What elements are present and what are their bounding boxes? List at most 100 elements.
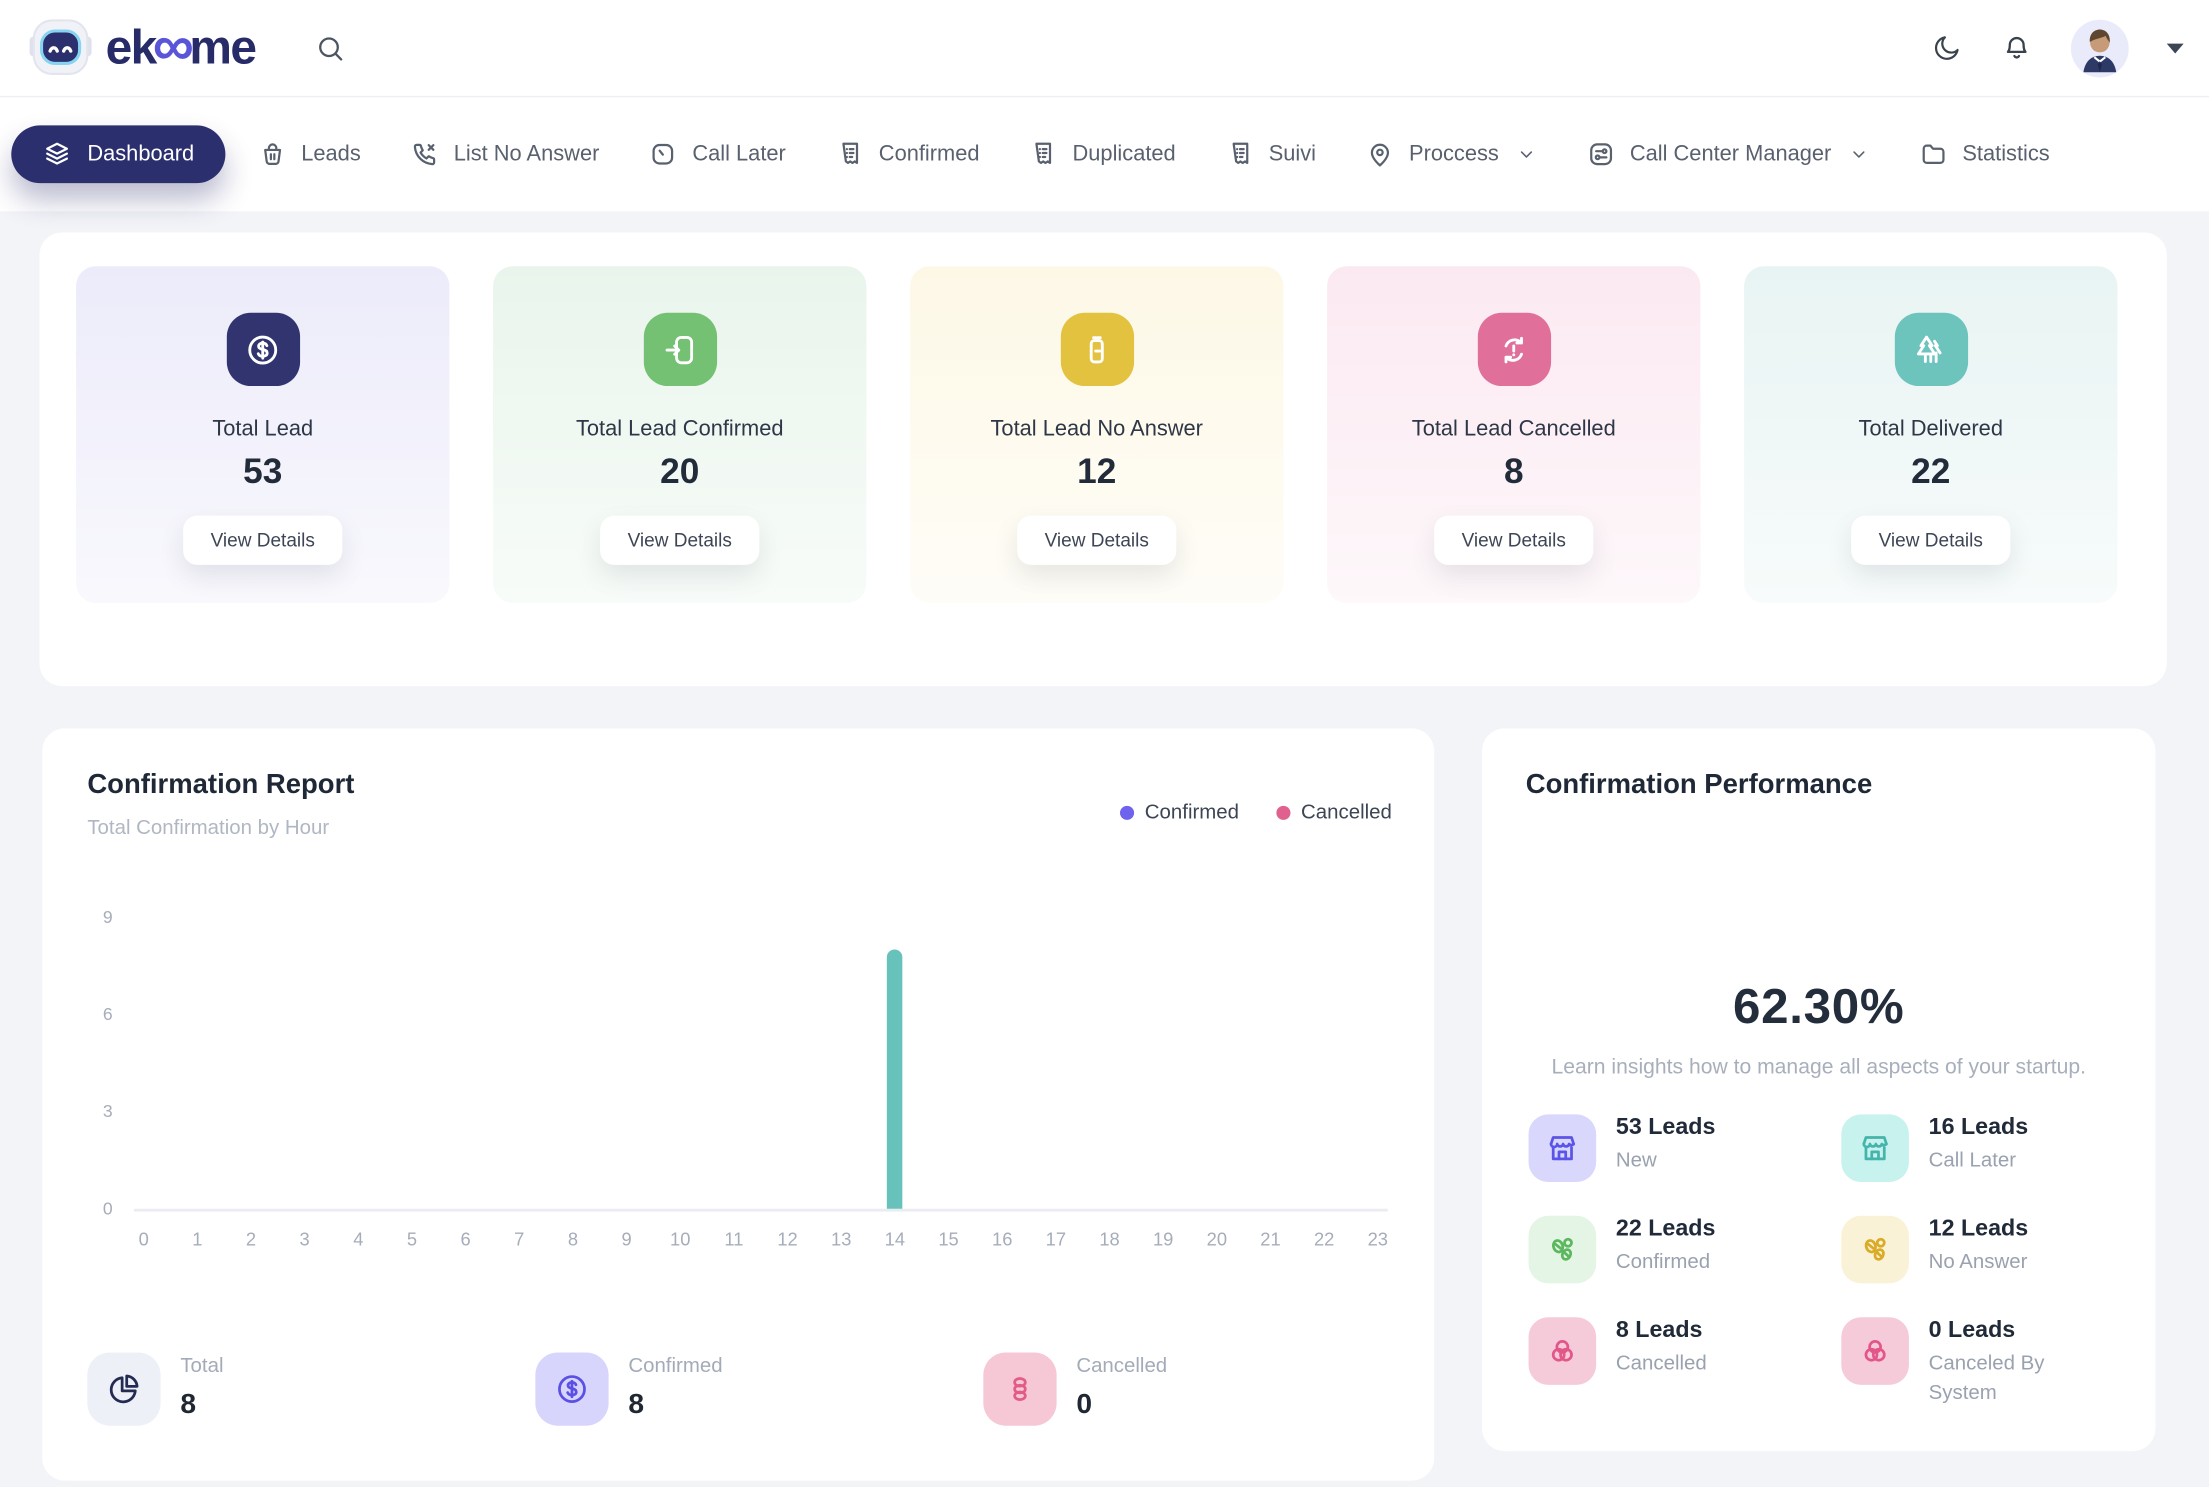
bar-chart-plot: 0369012345678910111213141516171819202122… [134, 917, 1388, 1211]
nav-item-label: Duplicated [1073, 142, 1176, 167]
nav-item-label: Statistics [1962, 142, 2049, 167]
summary-confirmed: Confirmed8 [535, 1352, 983, 1425]
caret-down-icon[interactable] [2167, 43, 2184, 53]
y-axis-tick: 6 [70, 1004, 112, 1024]
phone-x-icon [410, 139, 440, 169]
storefront-icon [1857, 1130, 1894, 1167]
moon-icon[interactable] [1931, 32, 1962, 63]
legend-item-confirmed[interactable]: Confirmed [1119, 802, 1239, 825]
x-axis-tick: 11 [724, 1228, 743, 1249]
confirmation-report-panel: Confirmation Report Total Confirmation b… [42, 728, 1434, 1480]
nav-item-label: List No Answer [454, 142, 600, 167]
legend-label: Confirmed [1145, 802, 1239, 825]
chart-summary-row: Total8Confirmed8Cancelled0 [87, 1352, 1431, 1425]
receipt-icon [1225, 139, 1255, 169]
stat-cards-panel: Total Lead53View DetailsTotal Lead Confi… [39, 232, 2166, 686]
door-arrow-icon [661, 330, 699, 368]
nav-item-leads[interactable]: Leads [258, 139, 361, 169]
legend-dot [1276, 806, 1290, 820]
performance-item-value: 22 Leads [1616, 1216, 1715, 1243]
legend-item-cancelled[interactable]: Cancelled [1276, 802, 1392, 825]
view-details-button[interactable]: View Details [184, 516, 342, 565]
chart-bar-hour-14 [887, 950, 902, 1209]
x-axis-tick: 3 [300, 1228, 310, 1249]
stat-card-value: 12 [1077, 452, 1116, 493]
nav-item-label: Leads [301, 142, 360, 167]
x-axis-tick: 16 [992, 1228, 1012, 1249]
page: ek∞me Da [0, 0, 2209, 1487]
stat-card-label: Total Lead [212, 417, 313, 442]
brand-logo[interactable]: ek∞me [28, 15, 255, 80]
stat-card-total-lead-confirmed: Total Lead Confirmed20View Details [493, 266, 866, 603]
performance-title: Confirmation Performance [1526, 769, 1873, 801]
x-axis-tick: 8 [568, 1228, 578, 1249]
nav-item-statistics[interactable]: Statistics [1919, 139, 2050, 169]
nav-item-duplicated[interactable]: Duplicated [1029, 139, 1176, 169]
performance-grid: 53 LeadsNew16 LeadsCall Later22 LeadsCon… [1529, 1114, 2155, 1408]
stat-card-label: Total Delivered [1859, 417, 2003, 442]
chevron-down-icon [1845, 144, 1869, 165]
nav-item-label: Confirmed [879, 142, 980, 167]
user-avatar[interactable] [2071, 19, 2129, 77]
x-axis-tick: 17 [1046, 1228, 1066, 1249]
stat-card-label: Total Lead Confirmed [576, 417, 784, 442]
summary-icon-tile [535, 1352, 608, 1425]
performance-item-confirmed: 22 LeadsConfirmed [1529, 1216, 1842, 1284]
performance-item-label: No Answer [1929, 1248, 2028, 1278]
view-details-button[interactable]: View Details [1435, 516, 1593, 565]
brand-wordmark: ek∞me [106, 19, 256, 77]
x-axis-tick: 5 [407, 1228, 417, 1249]
x-axis-tick: 23 [1368, 1228, 1388, 1249]
x-axis-tick: 12 [777, 1228, 797, 1249]
stat-card-value: 8 [1504, 452, 1524, 493]
legend-label: Cancelled [1301, 802, 1392, 825]
nav-item-label: Call Later [692, 142, 785, 167]
battery-icon [1078, 330, 1116, 368]
x-axis-tick: 21 [1260, 1228, 1280, 1249]
x-axis-tick: 15 [938, 1228, 958, 1249]
performance-item-label: Canceled By System [1929, 1350, 2098, 1409]
y-axis-tick: 3 [70, 1102, 112, 1122]
nav-item-suivi[interactable]: Suivi [1225, 139, 1316, 169]
x-axis-tick: 4 [353, 1228, 363, 1249]
x-axis-tick: 9 [622, 1228, 632, 1249]
stat-card-value: 53 [243, 452, 282, 493]
view-details-button[interactable]: View Details [601, 516, 759, 565]
y-axis-tick: 0 [70, 1199, 112, 1219]
chart-legend: Confirmed Cancelled [1119, 802, 1391, 825]
stat-card-total-lead-cancelled: Total Lead Cancelled 8 View Details [1327, 266, 1700, 603]
nav-item-label: Proccess [1409, 142, 1499, 167]
performance-percentage: 62.30% [1482, 979, 2155, 1035]
x-axis-tick: 22 [1314, 1228, 1334, 1249]
nav-item-dashboard[interactable]: Dashboard [11, 125, 225, 183]
performance-icon-tile [1529, 1317, 1597, 1385]
nav-item-list-no-answer[interactable]: List No Answer [410, 139, 599, 169]
x-axis-tick: 0 [139, 1228, 149, 1249]
view-details-button[interactable]: View Details [1018, 516, 1176, 565]
nav-item-call-later[interactable]: Call Later [649, 139, 786, 169]
stat-card-icon-tile [1060, 313, 1133, 386]
confirmation-performance-panel: Confirmation Performance 62.30% Learn in… [1482, 728, 2155, 1451]
performance-caption: Learn insights how to manage all aspects… [1482, 1055, 2155, 1079]
x-axis-tick: 10 [670, 1228, 690, 1249]
nav-item-call-center-manager[interactable]: Call Center Manager [1586, 139, 1869, 169]
performance-icon-tile [1841, 1216, 1909, 1284]
top-actions [1931, 19, 2183, 77]
view-details-button[interactable]: View Details [1852, 516, 2010, 565]
sliders-icon [1586, 139, 1616, 169]
performance-item-value: 0 Leads [1929, 1317, 2098, 1344]
nav-item-confirmed[interactable]: Confirmed [835, 139, 979, 169]
x-axis-tick: 7 [514, 1228, 524, 1249]
summary-value: 8 [628, 1389, 722, 1421]
search-icon[interactable] [314, 32, 346, 64]
nav-item-proccess[interactable]: Proccess [1365, 139, 1537, 169]
bell-icon[interactable] [2000, 32, 2032, 64]
performance-item-value: 53 Leads [1616, 1114, 1715, 1141]
x-axis-tick: 2 [246, 1228, 256, 1249]
performance-icon-tile [1841, 1114, 1909, 1182]
performance-item-new: 53 LeadsNew [1529, 1114, 1842, 1182]
x-axis-tick: 6 [461, 1228, 471, 1249]
x-axis-tick: 1 [192, 1228, 202, 1249]
stat-card-label: Total Lead Cancelled [1412, 417, 1616, 442]
performance-item-value: 8 Leads [1616, 1317, 1707, 1344]
